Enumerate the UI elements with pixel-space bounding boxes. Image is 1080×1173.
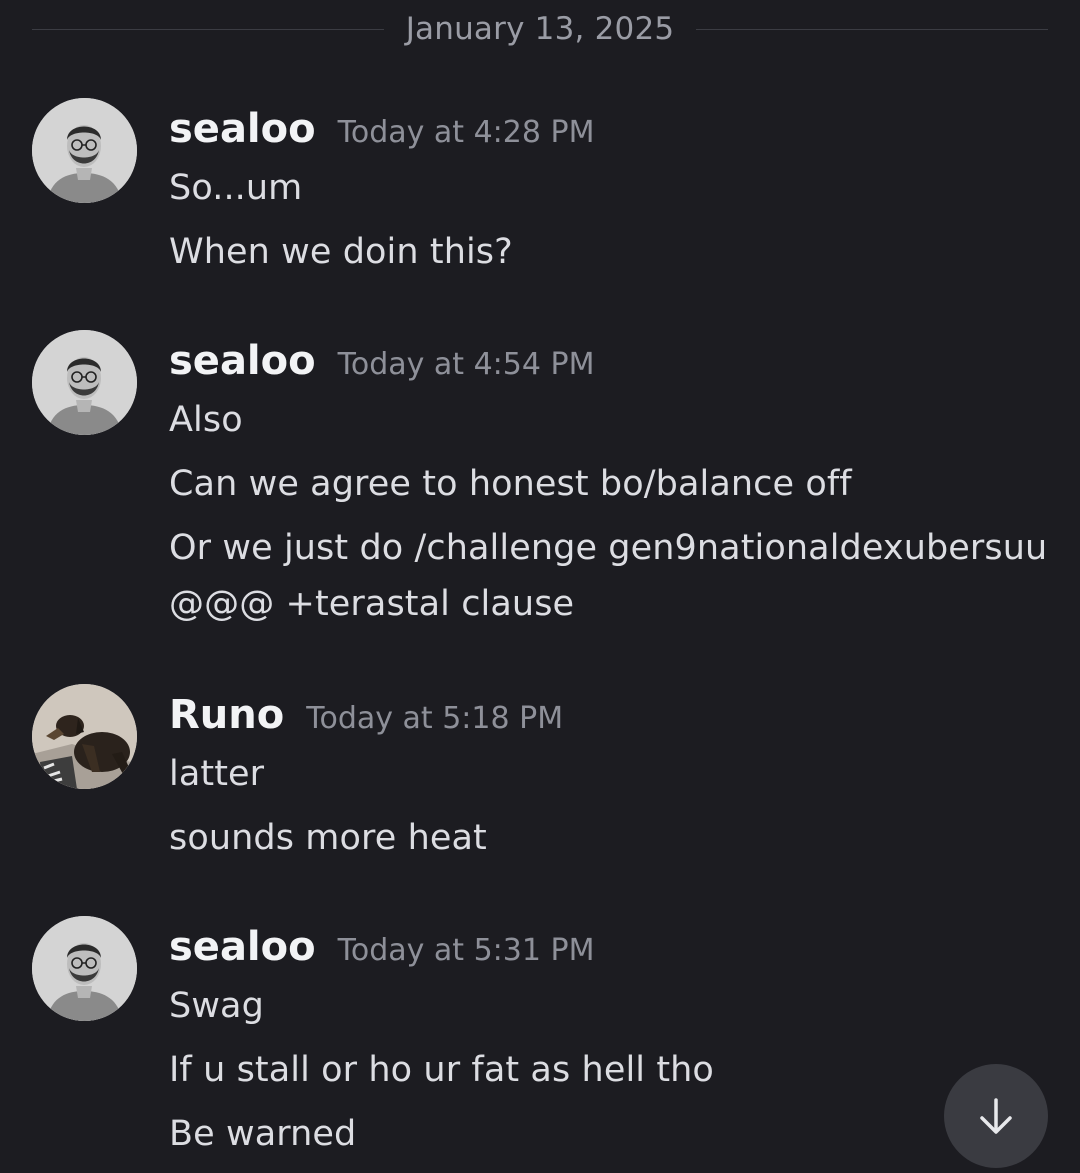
message-header: sealoo Today at 5:31 PM: [169, 924, 594, 970]
dog-avatar-icon: [32, 684, 137, 789]
message-line[interactable]: Swag: [169, 986, 264, 1026]
avatar[interactable]: [32, 330, 137, 435]
man-with-glasses-avatar-icon: [32, 98, 137, 203]
avatar[interactable]: [32, 98, 137, 203]
arrow-down-icon: [980, 1098, 1012, 1134]
message-line[interactable]: @@@ +terastal clause: [169, 584, 574, 624]
message-line[interactable]: So...um: [169, 168, 302, 208]
message-line[interactable]: When we doin this?: [169, 232, 513, 272]
message-header: Runo Today at 5:18 PM: [169, 692, 563, 738]
message-line[interactable]: If u stall or ho ur fat as hell tho: [169, 1050, 714, 1090]
date-divider-label: January 13, 2025: [405, 11, 675, 47]
man-with-glasses-avatar-icon: [32, 916, 137, 1021]
username[interactable]: Runo: [169, 692, 284, 738]
timestamp: Today at 5:18 PM: [306, 701, 564, 736]
username[interactable]: sealoo: [169, 924, 316, 970]
timestamp: Today at 4:54 PM: [337, 347, 595, 382]
message-header: sealoo Today at 4:54 PM: [169, 338, 594, 384]
message-line[interactable]: Can we agree to honest bo/balance off: [169, 464, 852, 504]
message-header: sealoo Today at 4:28 PM: [169, 106, 594, 152]
username[interactable]: sealoo: [169, 338, 316, 384]
message-line[interactable]: sounds more heat: [169, 818, 487, 858]
divider-line-right: [696, 28, 1048, 30]
divider-line-left: [32, 28, 384, 30]
avatar[interactable]: [32, 684, 137, 789]
username[interactable]: sealoo: [169, 106, 316, 152]
message-line[interactable]: Also: [169, 400, 243, 440]
message-line[interactable]: latter: [169, 754, 264, 794]
message-line[interactable]: Or we just do /challenge gen9nationaldex…: [169, 528, 1047, 568]
timestamp: Today at 4:28 PM: [337, 115, 595, 150]
timestamp: Today at 5:31 PM: [337, 933, 595, 968]
scroll-to-bottom-button[interactable]: [944, 1064, 1048, 1168]
avatar[interactable]: [32, 916, 137, 1021]
message-line[interactable]: Be warned: [169, 1114, 356, 1154]
man-with-glasses-avatar-icon: [32, 330, 137, 435]
date-divider: January 13, 2025: [32, 0, 1048, 58]
